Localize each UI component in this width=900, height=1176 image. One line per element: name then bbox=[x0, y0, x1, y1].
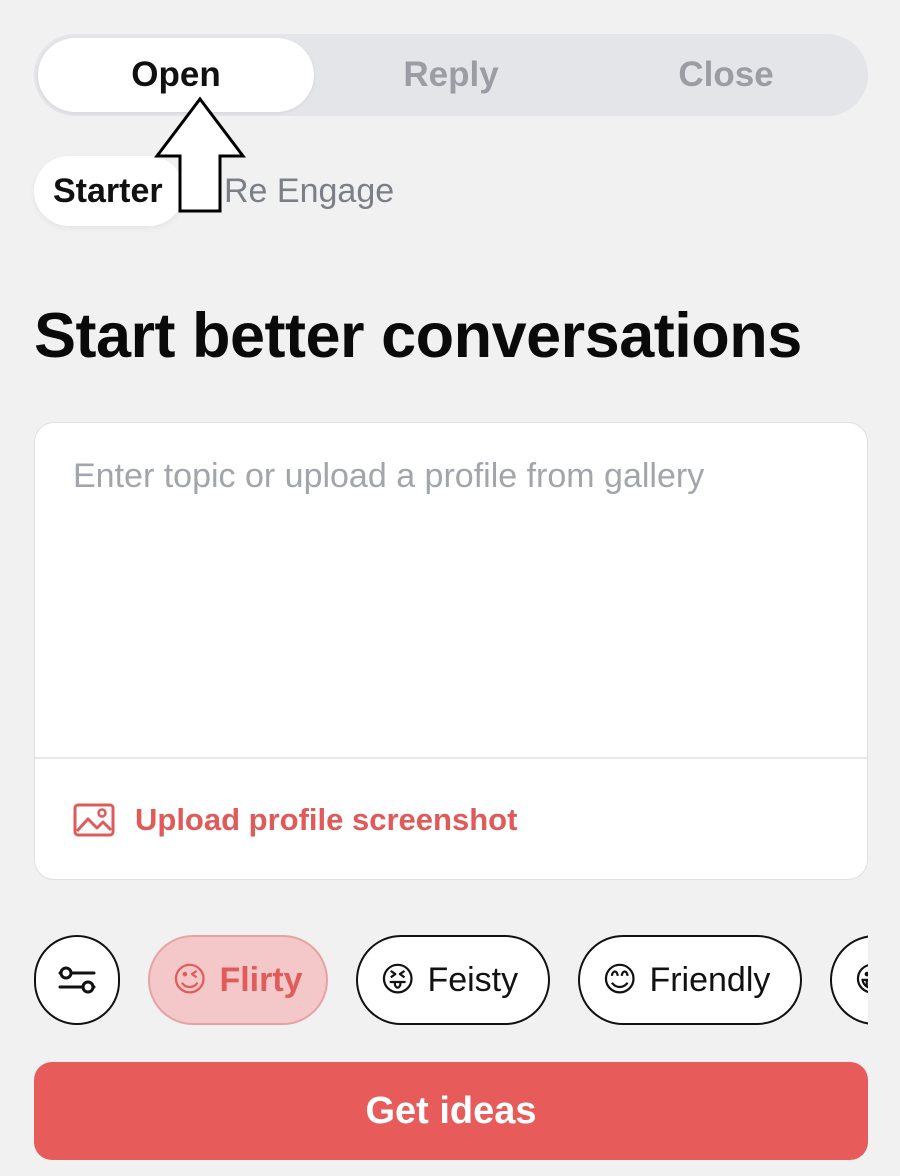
tab-reply[interactable]: Reply bbox=[313, 38, 589, 112]
tone-chip-flirty[interactable]: 😉 Flirty bbox=[148, 935, 328, 1025]
divider bbox=[35, 757, 867, 759]
grin-emoji-icon: 😀 bbox=[854, 960, 868, 1000]
filter-settings-button[interactable] bbox=[34, 935, 120, 1025]
sliders-icon bbox=[58, 966, 96, 994]
tone-chip-label: Flirty bbox=[219, 960, 303, 999]
mode-segmented-control: Open Reply Close bbox=[34, 34, 868, 116]
topic-input-card: Upload profile screenshot bbox=[34, 422, 868, 880]
tone-chip-more[interactable]: 😀 bbox=[830, 935, 868, 1025]
page-title: Start better conversations bbox=[34, 301, 802, 371]
tongue-emoji-icon: 😝 bbox=[380, 961, 416, 999]
tab-close[interactable]: Close bbox=[588, 38, 864, 112]
tone-chips-row: 😉 Flirty 😝 Feisty 😊 Friendly 😀 bbox=[0, 930, 868, 1040]
subtab-re-engage[interactable]: Re Engage bbox=[224, 156, 394, 226]
tab-open[interactable]: Open bbox=[38, 38, 314, 112]
topic-input[interactable] bbox=[35, 423, 867, 757]
subtab-starter[interactable]: Starter bbox=[34, 156, 184, 226]
wink-emoji-icon: 😉 bbox=[172, 961, 208, 999]
upload-profile-label: Upload profile screenshot bbox=[135, 802, 518, 837]
get-ideas-button[interactable]: Get ideas bbox=[34, 1062, 868, 1160]
tone-chip-friendly[interactable]: 😊 Friendly bbox=[578, 935, 802, 1025]
tone-chip-label: Feisty bbox=[427, 960, 519, 999]
upload-profile-button[interactable]: Upload profile screenshot bbox=[73, 795, 517, 845]
tone-chip-feisty[interactable]: 😝 Feisty bbox=[356, 935, 550, 1025]
smile-emoji-icon: 😊 bbox=[602, 961, 638, 999]
image-icon bbox=[73, 803, 115, 837]
tone-chip-label: Friendly bbox=[649, 960, 771, 999]
